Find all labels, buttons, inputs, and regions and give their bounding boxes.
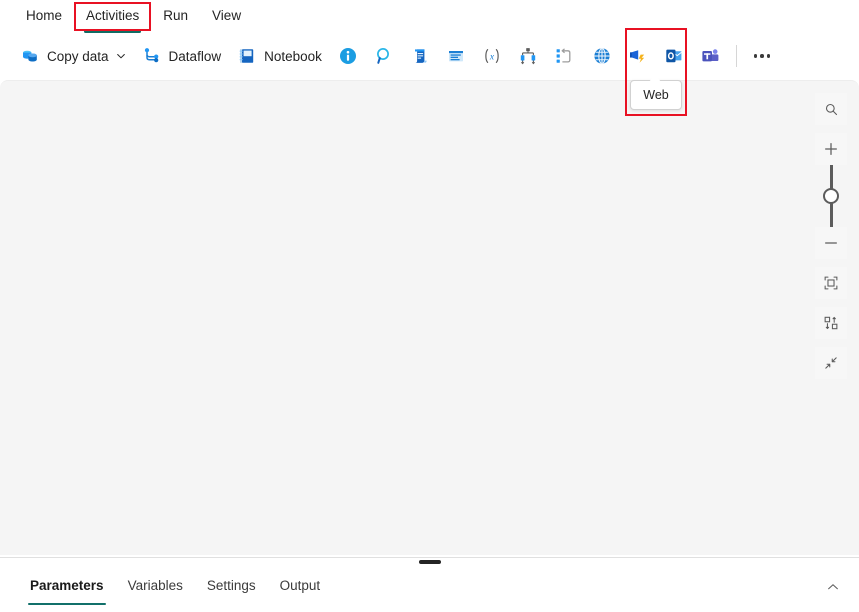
zoom-gap-2 (815, 259, 847, 267)
ribbon-tab-activities[interactable]: Activities (74, 3, 151, 29)
web-button[interactable] (584, 39, 620, 73)
pipeline-editor: Home Activities Run View (0, 0, 859, 612)
power-automate-icon (628, 46, 648, 66)
web-tooltip: Web (630, 80, 682, 110)
ribbon-tab-activities-label: Activities (86, 8, 139, 23)
notebook-label: Notebook (264, 49, 322, 64)
tab-output-label: Output (280, 578, 321, 593)
dot-3 (767, 54, 771, 58)
notebook-button[interactable]: Notebook (229, 39, 330, 73)
tab-settings[interactable]: Settings (195, 572, 268, 599)
tab-variables[interactable]: Variables (116, 572, 195, 599)
lookup-button[interactable] (366, 39, 402, 73)
copy-data-label: Copy data (47, 49, 109, 64)
ribbon-tab-activities-underline (84, 30, 141, 33)
teams-button[interactable] (692, 39, 728, 73)
chevron-down-icon[interactable] (116, 51, 126, 61)
pipeline-canvas[interactable] (0, 80, 859, 555)
tab-output[interactable]: Output (268, 572, 333, 599)
outlook-icon (664, 46, 684, 66)
get-metadata-icon (338, 46, 358, 66)
script-button[interactable] (402, 39, 438, 73)
web-tooltip-label: Web (643, 88, 668, 102)
tab-parameters-label: Parameters (30, 578, 104, 593)
set-variable-icon: x (482, 46, 502, 66)
copy-data-button[interactable]: Copy data (12, 39, 134, 73)
copy-data-icon (20, 46, 40, 66)
zoom-gap-4 (815, 339, 847, 347)
toolbar-divider (736, 45, 737, 67)
web-icon (592, 46, 612, 66)
ribbon-tab-run[interactable]: Run (151, 3, 200, 29)
panel-collapse-chevron-up-icon[interactable] (821, 576, 845, 598)
stored-procedure-button[interactable] (438, 39, 474, 73)
switch-icon (518, 46, 538, 66)
overflow-icon[interactable] (745, 39, 779, 73)
zoom-slider-handle[interactable] (823, 188, 839, 204)
command-bar-container: Copy data Dataflow (6, 34, 853, 78)
collapse-icon[interactable] (815, 347, 847, 379)
notebook-icon (237, 46, 257, 66)
dot-1 (754, 54, 758, 58)
script-icon (410, 46, 430, 66)
ribbon-tab-home-label: Home (26, 8, 62, 23)
tab-variables-label: Variables (128, 578, 183, 593)
dataflow-label: Dataflow (169, 49, 222, 64)
bottom-panel: Parameters Variables Settings Output (0, 557, 859, 612)
dataflow-button[interactable]: Dataflow (134, 39, 230, 73)
lookup-icon (374, 46, 394, 66)
power-automate-button[interactable] (620, 39, 656, 73)
zoom-slider[interactable] (815, 165, 847, 227)
panel-drag-handle[interactable] (419, 560, 441, 564)
set-variable-button[interactable]: x (474, 39, 510, 73)
canvas-zoom-toolbar (815, 93, 847, 379)
get-metadata-button[interactable] (330, 39, 366, 73)
bottom-panel-tabs: Parameters Variables Settings Output (18, 572, 332, 599)
teams-icon (700, 46, 720, 66)
outlook-button[interactable] (656, 39, 692, 73)
tab-parameters[interactable]: Parameters (18, 572, 116, 599)
zoom-gap-1 (815, 125, 847, 133)
command-bar: Copy data Dataflow (6, 34, 853, 78)
fit-to-screen-icon[interactable] (815, 267, 847, 299)
ribbon-tab-run-label: Run (163, 8, 188, 23)
zoom-gap-3 (815, 299, 847, 307)
switch-button[interactable] (510, 39, 546, 73)
ribbon-tab-view[interactable]: View (200, 3, 253, 29)
zoom-search-icon[interactable] (815, 93, 847, 125)
dataflow-icon (142, 46, 162, 66)
zoom-in-icon[interactable] (815, 133, 847, 165)
foreach-icon (554, 46, 574, 66)
foreach-button[interactable] (546, 39, 582, 73)
dot-2 (760, 54, 764, 58)
auto-layout-icon[interactable] (815, 307, 847, 339)
zoom-out-icon[interactable] (815, 227, 847, 259)
tab-settings-label: Settings (207, 578, 256, 593)
svg-text:x: x (489, 51, 495, 62)
tab-parameters-underline (28, 603, 106, 606)
ribbon-tab-home[interactable]: Home (14, 3, 74, 29)
ribbon-tab-view-label: View (212, 8, 241, 23)
stored-procedure-icon (446, 46, 466, 66)
ribbon-tab-strip: Home Activities Run View (0, 0, 859, 32)
